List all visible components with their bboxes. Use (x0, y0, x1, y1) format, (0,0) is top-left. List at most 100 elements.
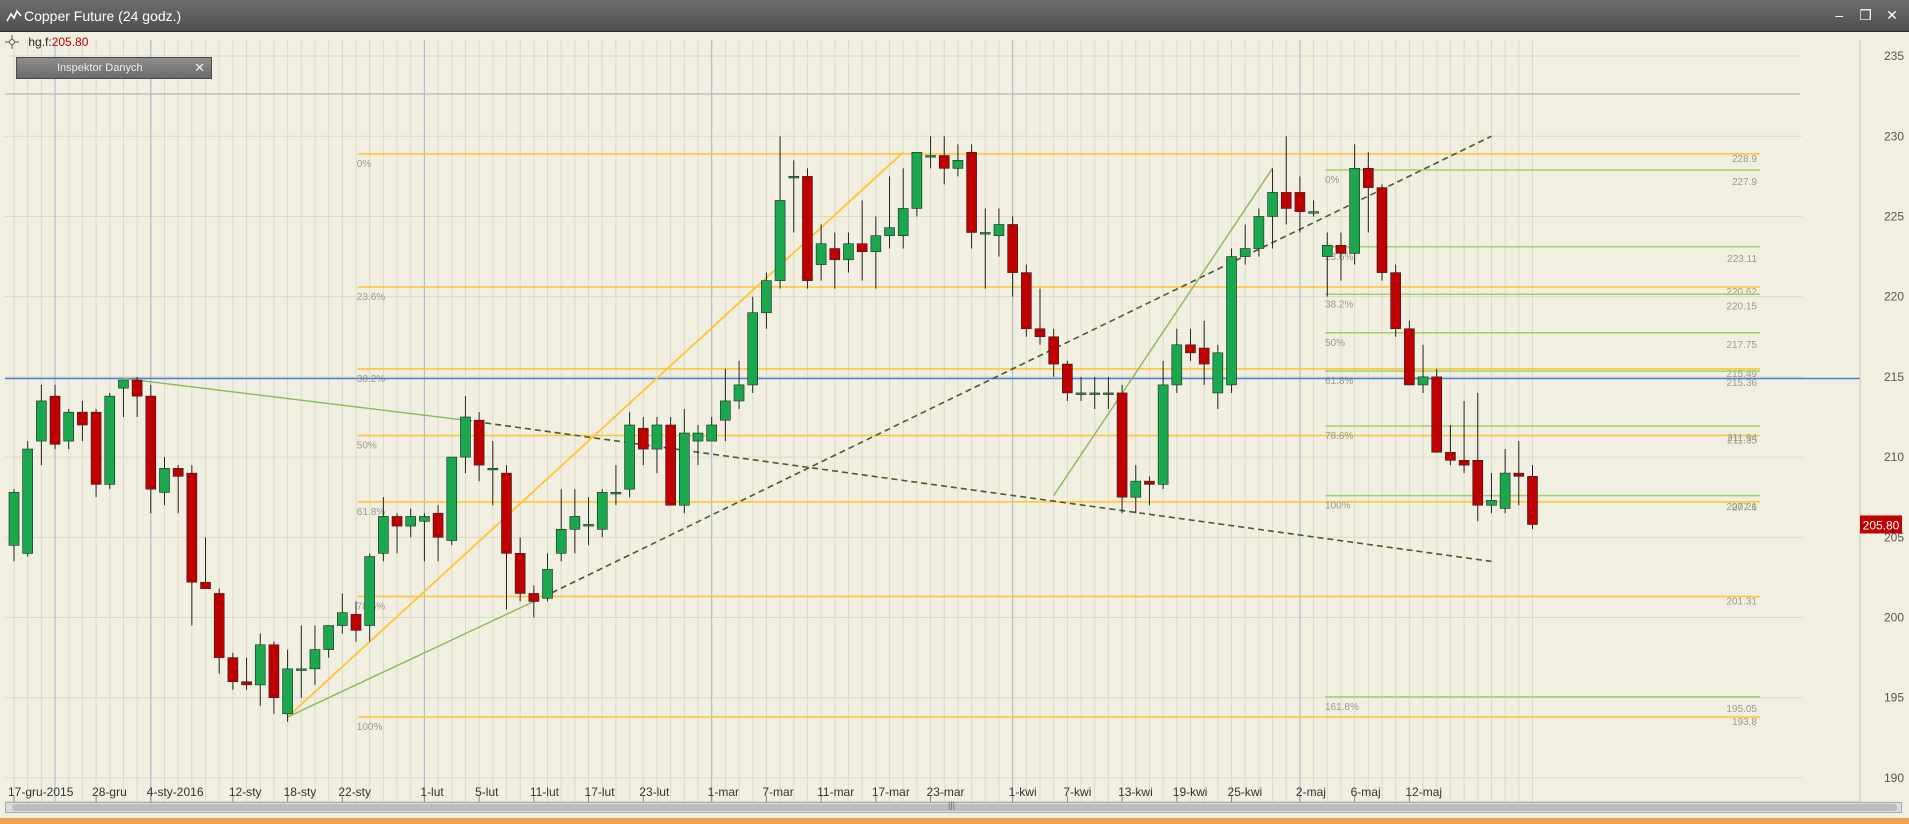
fib-gold-percent: 23.6% (357, 292, 385, 303)
candle-body (1486, 500, 1497, 506)
candle-body (1171, 344, 1183, 386)
window-titlebar[interactable]: Copper Future (24 godz.) – ❐ ✕ (0, 0, 1909, 32)
price-tick-label: 190 (1884, 771, 1904, 785)
horizontal-scrollbar[interactable]: ||| (5, 800, 1902, 813)
candle-body (1103, 392, 1114, 395)
candle-body (22, 448, 33, 554)
restore-button[interactable]: ❐ (1857, 6, 1875, 24)
candle-body (49, 395, 61, 445)
price-tick-label: 225 (1884, 209, 1904, 223)
close-window-button[interactable]: ✕ (1883, 6, 1901, 24)
date-tick-label: 11-lut (530, 785, 560, 799)
candle-body (1294, 192, 1306, 212)
inspector-close-button[interactable]: ✕ (194, 60, 205, 76)
candle-body (1198, 347, 1210, 365)
fib-gold-percent: 100% (357, 722, 383, 733)
candle-body (90, 411, 102, 485)
candle-body (391, 516, 403, 527)
candle-body (829, 248, 841, 261)
candle (104, 392, 116, 490)
candle-body (1226, 256, 1237, 386)
date-tick-label: 4-sty-2016 (147, 785, 204, 799)
candle-body (1144, 480, 1155, 485)
candle-body (446, 456, 458, 541)
data-inspector-panel[interactable]: Inspektor Danych ✕ (16, 57, 212, 79)
candle-body (350, 614, 362, 631)
fib-green-percent: 38.2% (1325, 299, 1353, 310)
fib-green-value: 195.05 (1726, 704, 1757, 715)
candle (624, 412, 635, 498)
date-tick-label: 1-lut (420, 785, 444, 799)
candle (1116, 384, 1128, 514)
fib-gold-value: 220.62 (1726, 287, 1757, 298)
fib-green-value: 211.94 (1727, 433, 1757, 444)
symbol-price: 205.80 (51, 34, 89, 49)
candle-body (1034, 328, 1046, 338)
fib-gold-percent: 0% (357, 159, 372, 170)
candle-body (1048, 336, 1059, 365)
date-tick-label: 6-maj (1351, 785, 1381, 799)
candle-body (1116, 392, 1128, 498)
date-tick-label: 23-lut (639, 785, 670, 799)
candle-body (938, 155, 950, 169)
candle-body (911, 151, 923, 209)
window-title: Copper Future (24 godz.) (24, 8, 182, 24)
candle-body (1280, 192, 1292, 209)
fib-green-percent: 50% (1325, 338, 1345, 349)
candle-body (528, 593, 540, 602)
candle-body (1075, 392, 1087, 395)
candle-body (1253, 216, 1265, 249)
candle-body (788, 176, 800, 179)
candle-body (856, 243, 868, 253)
fib-green-value: 223.11 (1727, 254, 1757, 265)
fib-green-value: 215.36 (1726, 378, 1757, 389)
candle-body (679, 432, 690, 506)
candle-body (1089, 392, 1101, 395)
candle-body (952, 160, 964, 169)
candle-body (473, 419, 485, 466)
candle-body (1021, 272, 1032, 330)
date-tick-label: 19-kwi (1173, 785, 1208, 799)
candle-body (63, 411, 75, 442)
candle-body (1513, 472, 1525, 477)
last-price-badge-label: 205.80 (1863, 518, 1900, 532)
candle-body (364, 556, 375, 626)
candle-body (172, 468, 184, 477)
candle-body (282, 668, 293, 715)
price-chart[interactable]: 0% 228.923.6% 220.6238.2% 215.4950% 211.3561… (0, 32, 1909, 808)
date-tick-label: 7-kwi (1063, 785, 1091, 799)
candle-body (8, 492, 20, 546)
date-tick-label: 2-maj (1296, 785, 1326, 799)
candle-body (1335, 245, 1347, 254)
candle-body (1390, 272, 1401, 330)
candle-body (692, 432, 704, 442)
move-icon[interactable] (5, 34, 19, 49)
candle-body (706, 424, 717, 442)
candle-body (419, 516, 430, 522)
candle-body (979, 232, 991, 235)
fib-green-value: 227.9 (1732, 177, 1757, 188)
candle-body (1239, 248, 1251, 257)
date-tick-label: 28-gru (92, 785, 127, 799)
candle-body (1445, 451, 1456, 461)
price-tick-label: 215 (1884, 370, 1904, 384)
date-tick-label: 25-kwi (1228, 785, 1263, 799)
candle-body (870, 235, 882, 253)
candle-body (268, 644, 280, 699)
candle (911, 151, 923, 217)
candle-body (309, 649, 321, 670)
candle-body (337, 612, 348, 626)
candle-body (200, 581, 211, 589)
candle-body (159, 468, 170, 493)
fib-green-percent: 100% (1325, 501, 1351, 512)
minimize-button[interactable]: – (1830, 6, 1848, 24)
candle-body (802, 176, 813, 281)
candle-body (569, 516, 581, 530)
fib-gold-value: 201.31 (1726, 597, 1757, 608)
candle-body (1308, 211, 1319, 214)
candle-body (555, 528, 567, 554)
candle-body (118, 379, 129, 389)
candle-body (36, 400, 47, 442)
candle-body (1007, 224, 1018, 273)
candle-body (254, 644, 266, 686)
